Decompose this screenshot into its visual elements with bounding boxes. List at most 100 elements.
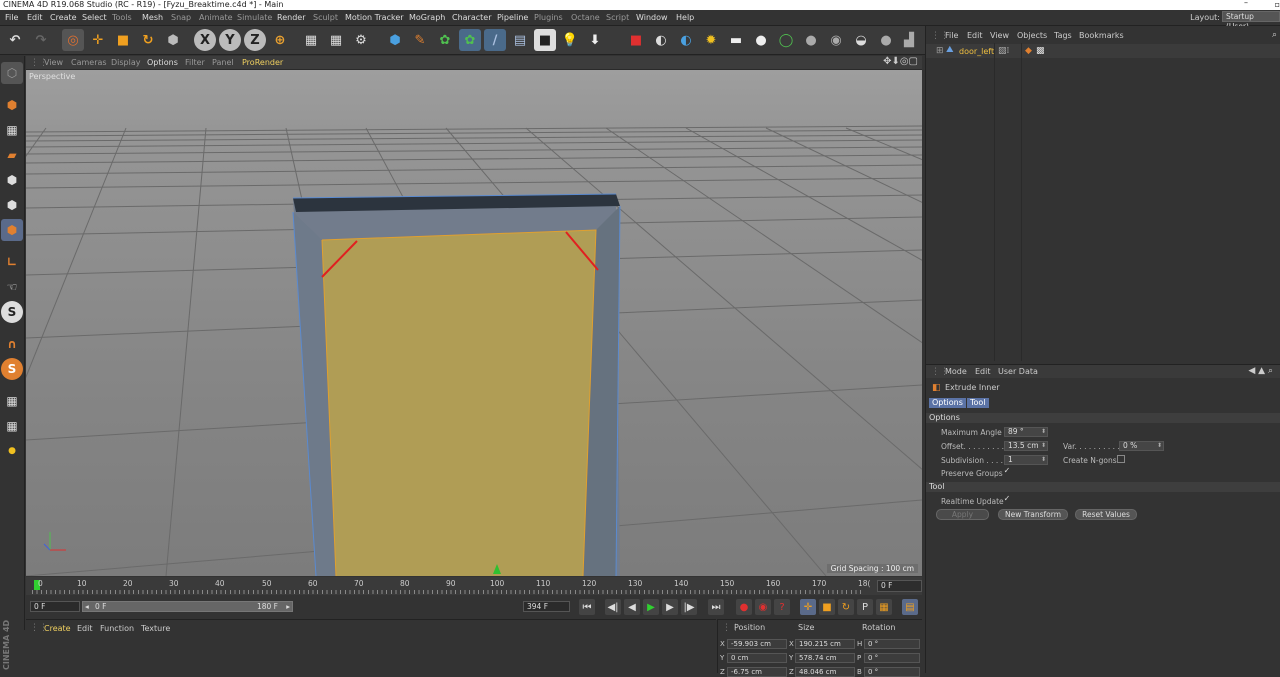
object-row-door-left[interactable]: ⊞ ⛰ door_left ▧⁞ ◆ ▩ (926, 44, 1280, 58)
viewport-menu-options[interactable]: Options (147, 58, 178, 67)
menu-snap[interactable]: Snap (171, 13, 191, 22)
menu-simulate[interactable]: Simulate (237, 13, 272, 22)
options-section-header[interactable]: Options (926, 413, 1280, 423)
points-mode-icon[interactable]: ⬢ (1, 169, 23, 191)
octane-sun-icon[interactable]: ✹ (700, 29, 722, 51)
var-field[interactable]: 0 % ⬍ (1119, 441, 1164, 451)
restore-icon[interactable]: ▫ (1275, 0, 1280, 9)
octane-object-icon[interactable]: ● (875, 29, 897, 51)
octane-more-icon[interactable]: ▟ (898, 29, 920, 51)
menu-pipeline[interactable]: Pipeline (497, 13, 528, 22)
stepper-icon[interactable]: ⬍ (1157, 442, 1162, 450)
reset-values-button[interactable]: Reset Values (1075, 509, 1137, 520)
workplane-icon[interactable]: ▦ (1, 390, 23, 412)
octane-material-icon[interactable]: ◐ (650, 29, 672, 51)
next-frame-icon[interactable]: ▶ (662, 599, 678, 615)
search-icon[interactable]: ⌕ (1272, 30, 1277, 40)
light-icon[interactable]: 💡 (559, 29, 581, 51)
make-editable-icon[interactable]: ⬡ (1, 62, 23, 84)
undo-icon[interactable]: ↶ (4, 29, 26, 51)
create-ngons-checkbox[interactable] (1117, 455, 1125, 463)
camera-icon[interactable]: ■ (534, 29, 556, 51)
objects-menu-edit[interactable]: Edit (967, 31, 983, 40)
range-end-handle-icon[interactable]: ▸ (286, 602, 290, 611)
rotate-icon[interactable]: ↻ (137, 29, 159, 51)
workplane-mode-icon[interactable]: ▰ (1, 144, 23, 166)
pen-icon[interactable]: ✎ (409, 29, 431, 51)
current-frame-field[interactable]: 0 F (877, 580, 922, 592)
recent-tools-icon[interactable]: ⬢ (162, 29, 184, 51)
key-pla-icon[interactable]: ▦ (876, 599, 892, 615)
octane-diffuse-icon[interactable]: ◐ (675, 29, 697, 51)
render-picture-viewer-icon[interactable]: ▦ (325, 29, 347, 51)
axis-xyz-icon[interactable]: ● (1, 440, 23, 462)
soft-selection-icon[interactable]: S (1, 358, 23, 380)
snap-icon[interactable]: S (1, 301, 23, 323)
live-selection-icon[interactable]: ◎ (62, 29, 84, 51)
play-icon[interactable]: ▶ (643, 599, 659, 615)
coordinate-system-icon[interactable]: ⊕ (269, 29, 291, 51)
record-active-icon[interactable]: ● (736, 599, 752, 615)
edges-mode-icon[interactable]: ⬢ (1, 194, 23, 216)
x-axis-lock-icon[interactable]: X (194, 29, 216, 51)
octane-render-icon[interactable]: ■ (625, 29, 647, 51)
material-menu-edit[interactable]: Edit (77, 624, 93, 633)
rotation-b-field[interactable]: 0 ° (864, 667, 920, 677)
timeline-ruler[interactable]: 0 10 20 30 40 50 60 70 80 90 100 110 120… (26, 577, 870, 595)
menu-file[interactable]: File (5, 13, 18, 22)
render-settings-icon[interactable]: ⚙ (350, 29, 372, 51)
model-mode-icon[interactable]: ⬢ (1, 94, 23, 116)
key-scale-icon[interactable]: ■ (819, 599, 835, 615)
position-z-field[interactable]: -6.75 cm (727, 667, 787, 677)
realtime-update-checkbox[interactable]: ✓ (1003, 495, 1011, 504)
size-y-field[interactable]: 578.74 cm (795, 653, 855, 663)
objects-menu-objects[interactable]: Objects (1017, 31, 1047, 40)
menu-create[interactable]: Create (50, 13, 77, 22)
menu-octane[interactable]: Octane (571, 13, 600, 22)
object-name[interactable]: door_left (959, 47, 994, 56)
viewport-menu-filter[interactable]: Filter (185, 58, 205, 67)
attr-menu-mode[interactable]: Mode (945, 367, 967, 376)
menu-plugins[interactable]: Plugins (534, 13, 563, 22)
range-start-handle-icon[interactable]: ◂ (85, 602, 89, 611)
tab-options[interactable]: Options (929, 398, 966, 408)
octane-sphere-icon[interactable]: ● (800, 29, 822, 51)
octane-camera-icon[interactable]: ◉ (825, 29, 847, 51)
end-frame-field[interactable]: 394 F (523, 601, 570, 612)
preserve-groups-checkbox[interactable]: ✓ (1003, 467, 1011, 476)
go-to-end-icon[interactable]: ⏭ (708, 599, 724, 615)
objects-menu-tags[interactable]: Tags (1054, 31, 1072, 40)
attr-menu-edit[interactable]: Edit (975, 367, 991, 376)
go-to-start-icon[interactable]: ⏮ (579, 599, 595, 615)
menu-mesh[interactable]: Mesh (142, 13, 163, 22)
timeline[interactable]: 0 10 20 30 40 50 60 70 80 90 100 110 120… (26, 577, 922, 595)
key-rotation-icon[interactable]: ↻ (838, 599, 854, 615)
previous-key-icon[interactable]: ◀| (605, 599, 621, 615)
material-menu-texture[interactable]: Texture (141, 624, 170, 633)
menu-window[interactable]: Window (636, 13, 668, 22)
size-x-field[interactable]: 190.215 cm (795, 639, 855, 649)
cube-icon[interactable]: ⬢ (384, 29, 406, 51)
subdivision-field[interactable]: 1 ⬍ (1004, 455, 1048, 465)
viewport-menu-display[interactable]: Display (111, 58, 141, 67)
stepper-icon[interactable]: ⬍ (1041, 456, 1046, 464)
stepper-icon[interactable]: ⬍ (1041, 442, 1046, 450)
objects-menu-file[interactable]: File (945, 31, 958, 40)
preview-range-slider[interactable]: ◂ 0 F 180 F ▸ (82, 601, 293, 612)
rotation-p-field[interactable]: 0 ° (864, 653, 920, 663)
render-view-icon[interactable]: ▦ (300, 29, 322, 51)
menu-sculpt[interactable]: Sculpt (313, 13, 338, 22)
previous-frame-icon[interactable]: ◀ (624, 599, 640, 615)
octane-checker-icon[interactable]: ◒ (850, 29, 872, 51)
octane-environment-icon[interactable]: ◯ (775, 29, 797, 51)
menu-animate[interactable]: Animate (199, 13, 233, 22)
floor-icon[interactable]: ▤ (509, 29, 531, 51)
tab-tool[interactable]: Tool (967, 398, 989, 408)
interpolation-icon[interactable]: ▤ (902, 599, 918, 615)
move-icon[interactable]: ✛ (87, 29, 109, 51)
position-y-field[interactable]: 0 cm (727, 653, 787, 663)
menu-script[interactable]: Script (606, 13, 629, 22)
material-menu-function[interactable]: Function (100, 624, 134, 633)
key-parameter-icon[interactable]: P (857, 599, 873, 615)
attr-navigation-icon[interactable]: ◀ ▲ ⌕ (1248, 366, 1273, 376)
